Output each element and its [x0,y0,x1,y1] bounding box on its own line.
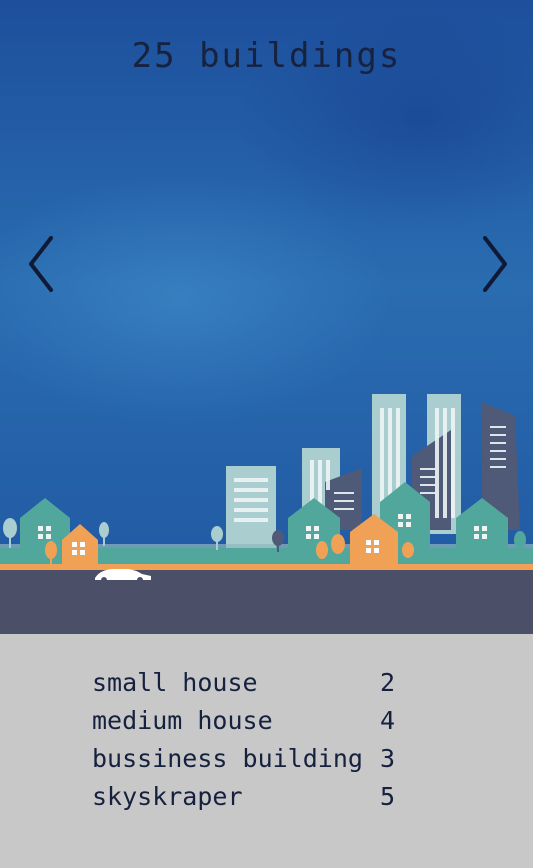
page-title: 25 buildings [131,36,402,76]
building-type-label: skyskraper [92,782,243,811]
building-count: 3 [380,744,396,773]
building-type-label: small house [92,668,258,697]
previous-button[interactable] [18,232,62,296]
list-item: small house 2 [92,664,412,702]
building-type-label: bussiness building [92,744,363,773]
building-counts-list: small house 2 medium house 4 bussiness b… [92,664,412,816]
building-count: 5 [380,782,396,811]
list-item: skyskraper 5 [92,778,412,816]
list-item: bussiness building 3 [92,740,412,778]
next-button[interactable] [474,232,518,296]
building-type-label: medium house [92,706,273,735]
list-item: medium house 4 [92,702,412,740]
city-skyline [0,394,533,634]
chevron-right-icon [483,236,507,292]
building-count: 2 [380,668,396,697]
chevron-left-icon [29,236,53,292]
building-count: 4 [380,706,396,735]
city-illustration-panel: 25 buildings [0,0,533,634]
road [0,570,533,634]
